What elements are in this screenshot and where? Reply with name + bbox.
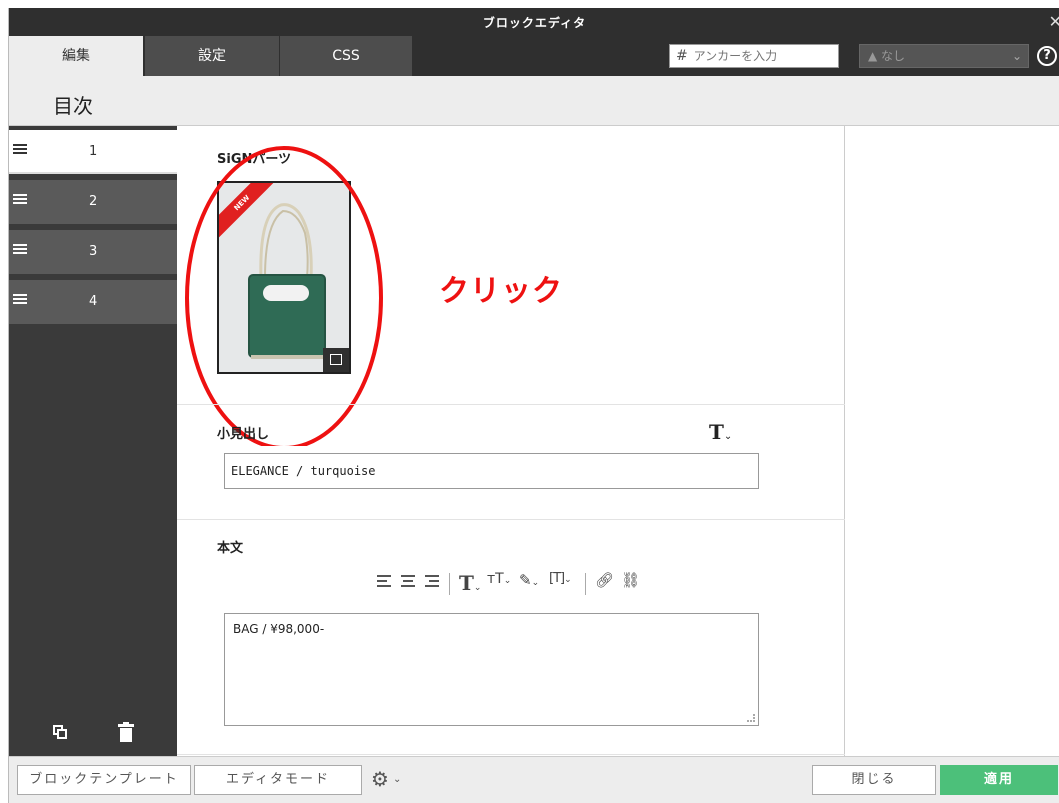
title-bar: ブロックエディタ ✕ [9, 8, 1059, 36]
gear-icon: ⚙ [371, 767, 389, 791]
help-icon[interactable]: ? [1037, 46, 1057, 66]
sidebar-tools [9, 721, 177, 751]
toc-item-number: 4 [89, 294, 98, 309]
list-icon [13, 194, 27, 206]
divider [177, 754, 845, 755]
preview-pane [845, 126, 1059, 756]
list-icon [13, 294, 27, 306]
toc-item-3[interactable]: 3 [9, 230, 177, 274]
close-icon[interactable]: ✕ [1049, 12, 1059, 31]
toc-item-1[interactable]: 1 [9, 130, 177, 174]
window-title: ブロックエディタ [482, 16, 587, 30]
image-field-label: SiGNパーツ [217, 152, 292, 167]
align-center-icon[interactable] [401, 575, 415, 599]
toc-header: 目次 [9, 76, 1059, 126]
link-icon[interactable]: 🔗︎ [595, 571, 614, 595]
editor-mode-button[interactable]: エディタモード [194, 765, 362, 795]
font-icon[interactable]: T⌄ [459, 571, 481, 595]
font-size-icon[interactable]: тT⌄ [487, 571, 511, 595]
close-button[interactable]: 閉じる [812, 765, 936, 795]
annotation-label: クリック [439, 274, 563, 309]
style-icon: ▲ [868, 49, 882, 63]
toolbar-separator [585, 573, 586, 595]
chevron-down-icon: ⌄ [393, 774, 402, 785]
editor-main: SiGNパーツ NEW クリック 小見出し T⌄ ELEGANCE / turq… [177, 126, 845, 756]
list-icon [13, 244, 27, 256]
anchor-field[interactable]: # [669, 44, 839, 68]
product-image[interactable]: NEW [217, 181, 351, 374]
toc-title: 目次 [53, 94, 93, 118]
settings-menu[interactable]: ⚙ ⌄ [371, 768, 401, 792]
style-select-value: なし [881, 49, 906, 63]
unlink-icon[interactable]: ⛓︎ [621, 571, 640, 595]
body-field-label: 本文 [217, 541, 244, 556]
body-text: BAG / ¥98,000- [233, 622, 325, 636]
divider [177, 404, 845, 405]
toc-item-number: 2 [89, 194, 98, 209]
image-icon[interactable] [323, 348, 349, 372]
align-right-icon[interactable] [425, 575, 439, 599]
body-textarea[interactable]: BAG / ¥98,000- [224, 613, 759, 726]
trash-icon[interactable] [118, 722, 134, 742]
list-icon [13, 144, 27, 156]
heading-field-label: 小見出し [217, 427, 270, 442]
heading-input[interactable]: ELEGANCE / turquoise [224, 453, 759, 489]
resize-handle[interactable] [747, 714, 755, 722]
divider [177, 519, 845, 520]
block-editor-window: ブロックエディタ ✕ 編集 設定 CSS # ▲ なし ⌄ ? 目次 1 2 [8, 8, 1059, 803]
tab-settings[interactable]: 設定 [145, 36, 279, 76]
toc-item-4[interactable]: 4 [9, 280, 177, 324]
block-template-button[interactable]: ブロックテンプレート [17, 765, 191, 795]
tab-css[interactable]: CSS [280, 36, 412, 76]
toc-item-number: 3 [89, 244, 98, 259]
toc-item-2[interactable]: 2 [9, 180, 177, 224]
toc-sidebar: 1 2 3 4 [9, 126, 177, 756]
text-box-icon[interactable]: [T]⌄ [549, 571, 572, 595]
anchor-input[interactable] [693, 49, 824, 63]
align-left-icon[interactable] [377, 575, 391, 599]
color-picker-icon[interactable]: ✎⌄ [519, 571, 539, 595]
tab-bar: 編集 設定 CSS # ▲ なし ⌄ ? [9, 36, 1059, 76]
tab-edit[interactable]: 編集 [9, 36, 143, 76]
footer-bar: ブロックテンプレート エディタモード ⚙ ⌄ 閉じる 適用 [9, 756, 1059, 803]
toc-item-number: 1 [89, 144, 98, 159]
apply-button[interactable]: 適用 [940, 765, 1058, 795]
copy-icon[interactable] [53, 725, 67, 739]
chevron-down-icon: ⌄ [1011, 49, 1022, 63]
hash-icon: # [676, 48, 688, 64]
toolbar-separator [449, 573, 450, 595]
text-style-icon[interactable]: T⌄ [709, 420, 732, 444]
style-select[interactable]: ▲ なし ⌄ [859, 44, 1029, 68]
